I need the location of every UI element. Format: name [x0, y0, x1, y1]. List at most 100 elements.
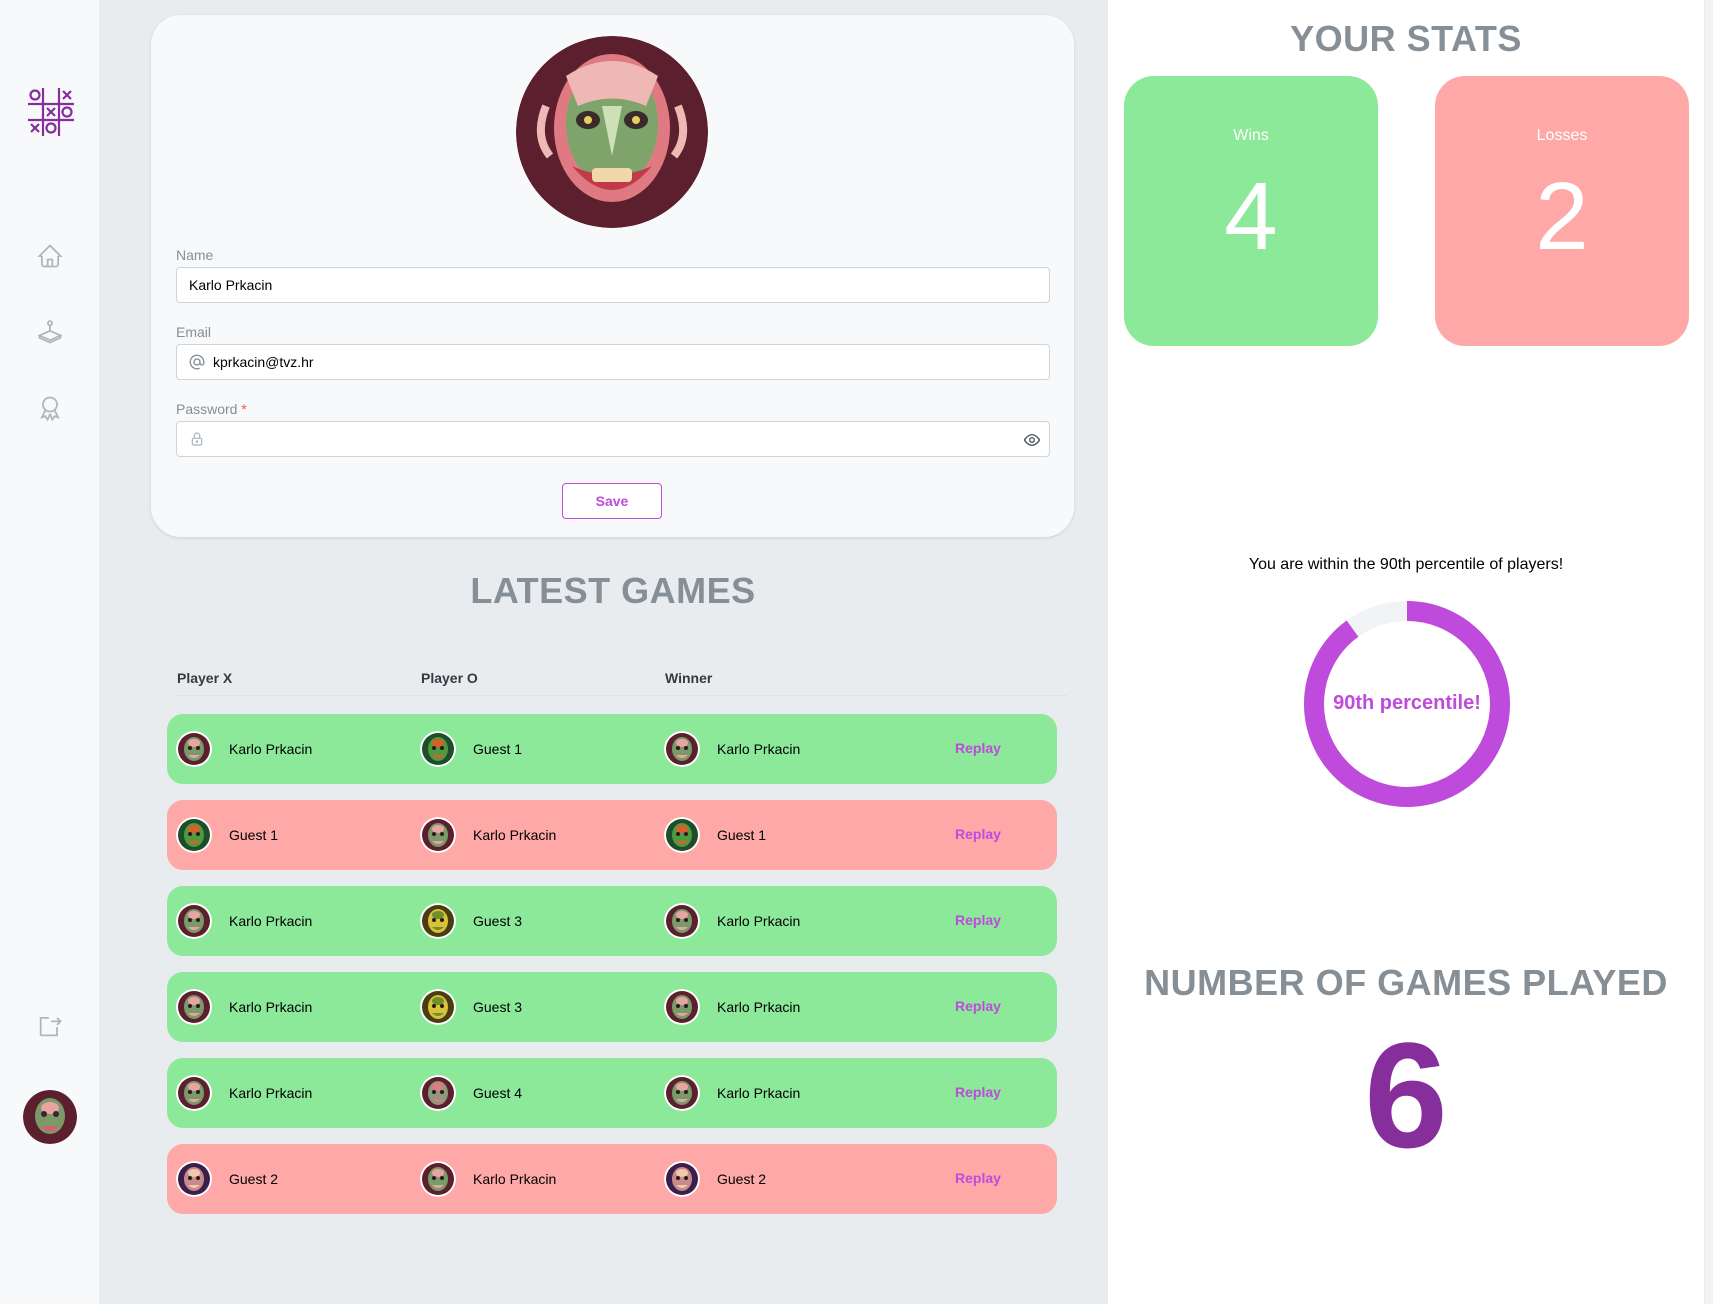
player-avatar [664, 731, 700, 767]
password-field[interactable] [176, 421, 1050, 457]
email-field[interactable]: kprkacin@tvz.hr [176, 344, 1050, 380]
player-name: Karlo Prkacin [717, 1085, 801, 1101]
player-avatar [664, 1075, 700, 1111]
main-panel: Name Karlo Prkacin Email kprkacin@tvz.hr… [100, 0, 1108, 1304]
games-table-header: Player X Player O Winner [177, 670, 1067, 696]
latest-games-title: LATEST GAMES [470, 570, 756, 611]
player-name: Karlo Prkacin [229, 999, 313, 1015]
player-o-cell: Karlo Prkacin [420, 1161, 556, 1197]
player-x-cell: Karlo Prkacin [176, 903, 312, 939]
lock-icon [185, 431, 209, 447]
player-name: Guest 2 [717, 1171, 767, 1187]
email-value: kprkacin@tvz.hr [213, 354, 314, 370]
eye-icon[interactable] [1023, 431, 1041, 449]
player-avatar [664, 1161, 700, 1197]
sidebar [0, 0, 100, 1304]
player-name: Karlo Prkacin [717, 999, 801, 1015]
password-label: Password * [176, 401, 247, 417]
replay-button[interactable]: Replay [955, 1170, 1001, 1186]
replay-button[interactable]: Replay [955, 1084, 1001, 1100]
winner-cell: Karlo Prkacin [664, 1075, 800, 1111]
losses-value: 2 [1535, 163, 1589, 270]
winner-cell: Guest 2 [664, 1161, 766, 1197]
required-mark: * [241, 401, 247, 417]
replay-button[interactable]: Replay [955, 740, 1001, 756]
losses-card: Losses 2 [1435, 76, 1689, 346]
player-avatar [176, 989, 212, 1025]
home-icon[interactable] [36, 242, 64, 270]
winner-cell: Karlo Prkacin [664, 989, 800, 1025]
player-name: Karlo Prkacin [229, 1085, 313, 1101]
stats-panel: YOUR STATS Wins 4 Losses 2 You are withi… [1108, 0, 1704, 1304]
wins-value: 4 [1224, 163, 1278, 270]
player-avatar [176, 1075, 212, 1111]
player-x-cell: Karlo Prkacin [176, 989, 312, 1025]
player-avatar [420, 903, 456, 939]
your-stats-title: YOUR STATS [1290, 18, 1522, 59]
player-name: Karlo Prkacin [717, 913, 801, 929]
player-avatar [176, 1161, 212, 1197]
player-avatar [176, 731, 212, 767]
game-row: Guest 2 Karlo Prkacin Guest 2 Replay [167, 1144, 1057, 1214]
tic-tac-toe-logo[interactable] [26, 86, 76, 138]
column-header-player-o: Player O [421, 670, 478, 686]
player-avatar [664, 817, 700, 853]
player-avatar [420, 817, 456, 853]
player-x-cell: Karlo Prkacin [176, 1075, 312, 1111]
game-row: Karlo Prkacin Guest 3 Karlo Prkacin Replay [167, 886, 1057, 956]
player-avatar [420, 1161, 456, 1197]
player-avatar [176, 817, 212, 853]
percentile-label: 90th percentile! [1333, 692, 1481, 714]
player-o-cell: Guest 4 [420, 1075, 522, 1111]
player-x-cell: Guest 1 [176, 817, 278, 853]
player-avatar [420, 989, 456, 1025]
wins-card: Wins 4 [1124, 76, 1378, 346]
email-label: Email [176, 324, 212, 340]
joystick-icon[interactable] [36, 318, 64, 346]
player-name: Guest 1 [717, 827, 767, 843]
player-name: Guest 2 [229, 1171, 279, 1187]
game-row: Guest 1 Karlo Prkacin Guest 1 Replay [167, 800, 1057, 870]
column-header-player-x: Player X [177, 670, 233, 686]
winner-cell: Guest 1 [664, 817, 766, 853]
player-avatar [664, 989, 700, 1025]
player-avatar [420, 1075, 456, 1111]
player-name: Guest 3 [473, 913, 523, 929]
player-name: Karlo Prkacin [473, 1171, 557, 1187]
scrollbar[interactable] [1704, 0, 1713, 1304]
games-played-title: NUMBER OF GAMES PLAYED [1144, 962, 1668, 1003]
game-row: Karlo Prkacin Guest 4 Karlo Prkacin Replay [167, 1058, 1057, 1128]
player-o-cell: Guest 3 [420, 989, 522, 1025]
award-icon[interactable] [36, 394, 64, 422]
replay-button[interactable]: Replay [955, 826, 1001, 842]
replay-button[interactable]: Replay [955, 912, 1001, 928]
losses-label: Losses [1536, 127, 1588, 144]
name-field[interactable]: Karlo Prkacin [176, 267, 1050, 303]
profile-avatar [516, 36, 708, 228]
percentile-text: You are within the 90th percentile of pl… [1248, 556, 1564, 573]
player-avatar [176, 903, 212, 939]
player-name: Karlo Prkacin [717, 741, 801, 757]
logout-icon[interactable] [36, 1012, 64, 1040]
player-o-cell: Guest 1 [420, 731, 522, 767]
player-avatar [420, 731, 456, 767]
winner-cell: Karlo Prkacin [664, 731, 800, 767]
player-name: Karlo Prkacin [229, 913, 313, 929]
wins-label: Wins [1233, 127, 1269, 144]
player-name: Guest 1 [229, 827, 279, 843]
replay-button[interactable]: Replay [955, 998, 1001, 1014]
save-button[interactable]: Save [562, 483, 662, 519]
user-avatar[interactable] [23, 1090, 77, 1144]
player-name: Guest 3 [473, 999, 523, 1015]
profile-card: Name Karlo Prkacin Email kprkacin@tvz.hr… [151, 15, 1074, 537]
player-name: Guest 1 [473, 741, 523, 757]
game-row: Karlo Prkacin Guest 1 Karlo Prkacin Replay [167, 714, 1057, 784]
games-played-value: 6 [1364, 1011, 1448, 1179]
player-o-cell: Karlo Prkacin [420, 817, 556, 853]
player-name: Karlo Prkacin [229, 741, 313, 757]
column-header-winner: Winner [665, 670, 713, 686]
player-x-cell: Guest 2 [176, 1161, 278, 1197]
game-row: Karlo Prkacin Guest 3 Karlo Prkacin Replay [167, 972, 1057, 1042]
player-name: Guest 4 [473, 1085, 523, 1101]
player-o-cell: Guest 3 [420, 903, 522, 939]
